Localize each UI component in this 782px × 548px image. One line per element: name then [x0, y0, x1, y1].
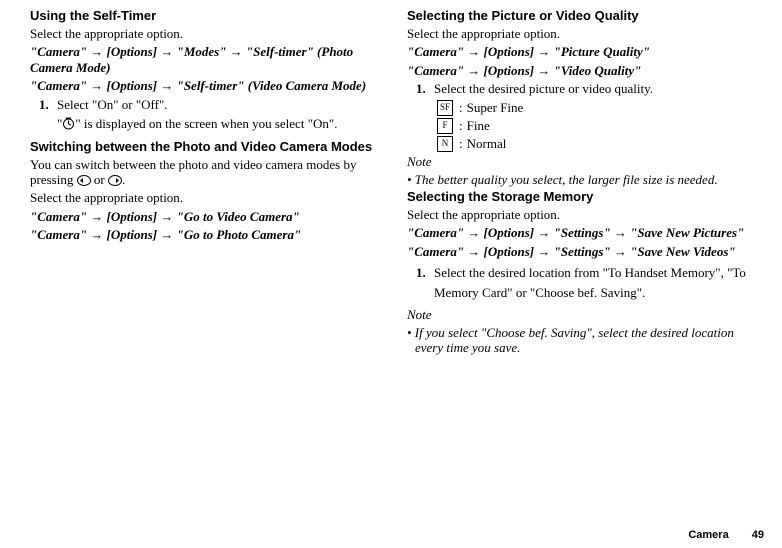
select-opt-text-r2: Select the appropriate option.: [407, 207, 764, 223]
quality-fine-icon: F: [437, 118, 453, 134]
switch-modes-body: You can switch between the photo and vid…: [30, 157, 387, 188]
icon-row-superfine: SF : Super Fine: [437, 100, 764, 116]
right-key-icon: [108, 175, 122, 186]
footer-chapter: Camera: [688, 529, 728, 541]
heading-quality: Selecting the Picture or Video Quality: [407, 8, 764, 24]
navpath-save-pictures: "Camera" → [Options] → "Settings" → "Sav…: [407, 225, 764, 241]
navpath-video-quality: "Camera" → [Options] → "Video Quality": [407, 63, 764, 79]
heading-switch-modes: Switching between the Photo and Video Ca…: [30, 139, 387, 155]
step-quality-1: Select the desired picture or video qual…: [429, 81, 764, 97]
step-1: Select "On" or "Off".: [52, 97, 387, 113]
note-body-1: • The better quality you select, the lar…: [407, 172, 764, 188]
quality-superfine-label: Super Fine: [467, 100, 524, 116]
quality-superfine-icon: SF: [437, 100, 453, 116]
left-column: Using the Self-Timer Select the appropri…: [30, 8, 407, 540]
timer-icon: [62, 117, 75, 130]
note-heading-1: Note: [407, 154, 764, 170]
navpath-save-videos: "Camera" → [Options] → "Settings" → "Sav…: [407, 244, 764, 260]
steps-storage: Select the desired location from "To Han…: [407, 263, 764, 305]
quality-normal-icon: N: [437, 136, 453, 152]
step-storage-1: Select the desired location from "To Han…: [429, 263, 764, 305]
icon-row-normal: N : Normal: [437, 136, 764, 152]
navpath-go-video: "Camera" → [Options] → "Go to Video Came…: [30, 209, 387, 225]
footer-page-number: 49: [752, 529, 764, 541]
right-column: Selecting the Picture or Video Quality S…: [407, 8, 764, 540]
navpath-selftimer-photo: "Camera" → [Options] → "Modes" → "Self-t…: [30, 44, 387, 75]
select-opt-text: Select the appropriate option.: [30, 26, 387, 42]
left-key-icon: [77, 175, 91, 186]
note-heading-2: Note: [407, 307, 764, 323]
select-opt-text-2: Select the appropriate option.: [30, 190, 387, 206]
heading-self-timer: Using the Self-Timer: [30, 8, 387, 24]
page-footer: Camera 49: [688, 529, 764, 542]
navpath-selftimer-video: "Camera" → [Options] → "Self-timer" (Vid…: [30, 78, 387, 94]
quality-fine-label: Fine: [467, 118, 490, 134]
icon-row-fine: F : Fine: [437, 118, 764, 134]
navpath-go-photo: "Camera" → [Options] → "Go to Photo Came…: [30, 227, 387, 243]
steps-selftimer: Select "On" or "Off".: [30, 97, 387, 113]
navpath-picture-quality: "Camera" → [Options] → "Picture Quality": [407, 44, 764, 60]
select-opt-text-r: Select the appropriate option.: [407, 26, 764, 42]
steps-quality: Select the desired picture or video qual…: [407, 81, 764, 97]
step-1-sub: "" is displayed on the screen when you s…: [52, 116, 387, 132]
heading-storage: Selecting the Storage Memory: [407, 189, 764, 205]
note-body-2: • If you select "Choose bef. Saving", se…: [407, 325, 764, 356]
quality-normal-label: Normal: [467, 136, 507, 152]
